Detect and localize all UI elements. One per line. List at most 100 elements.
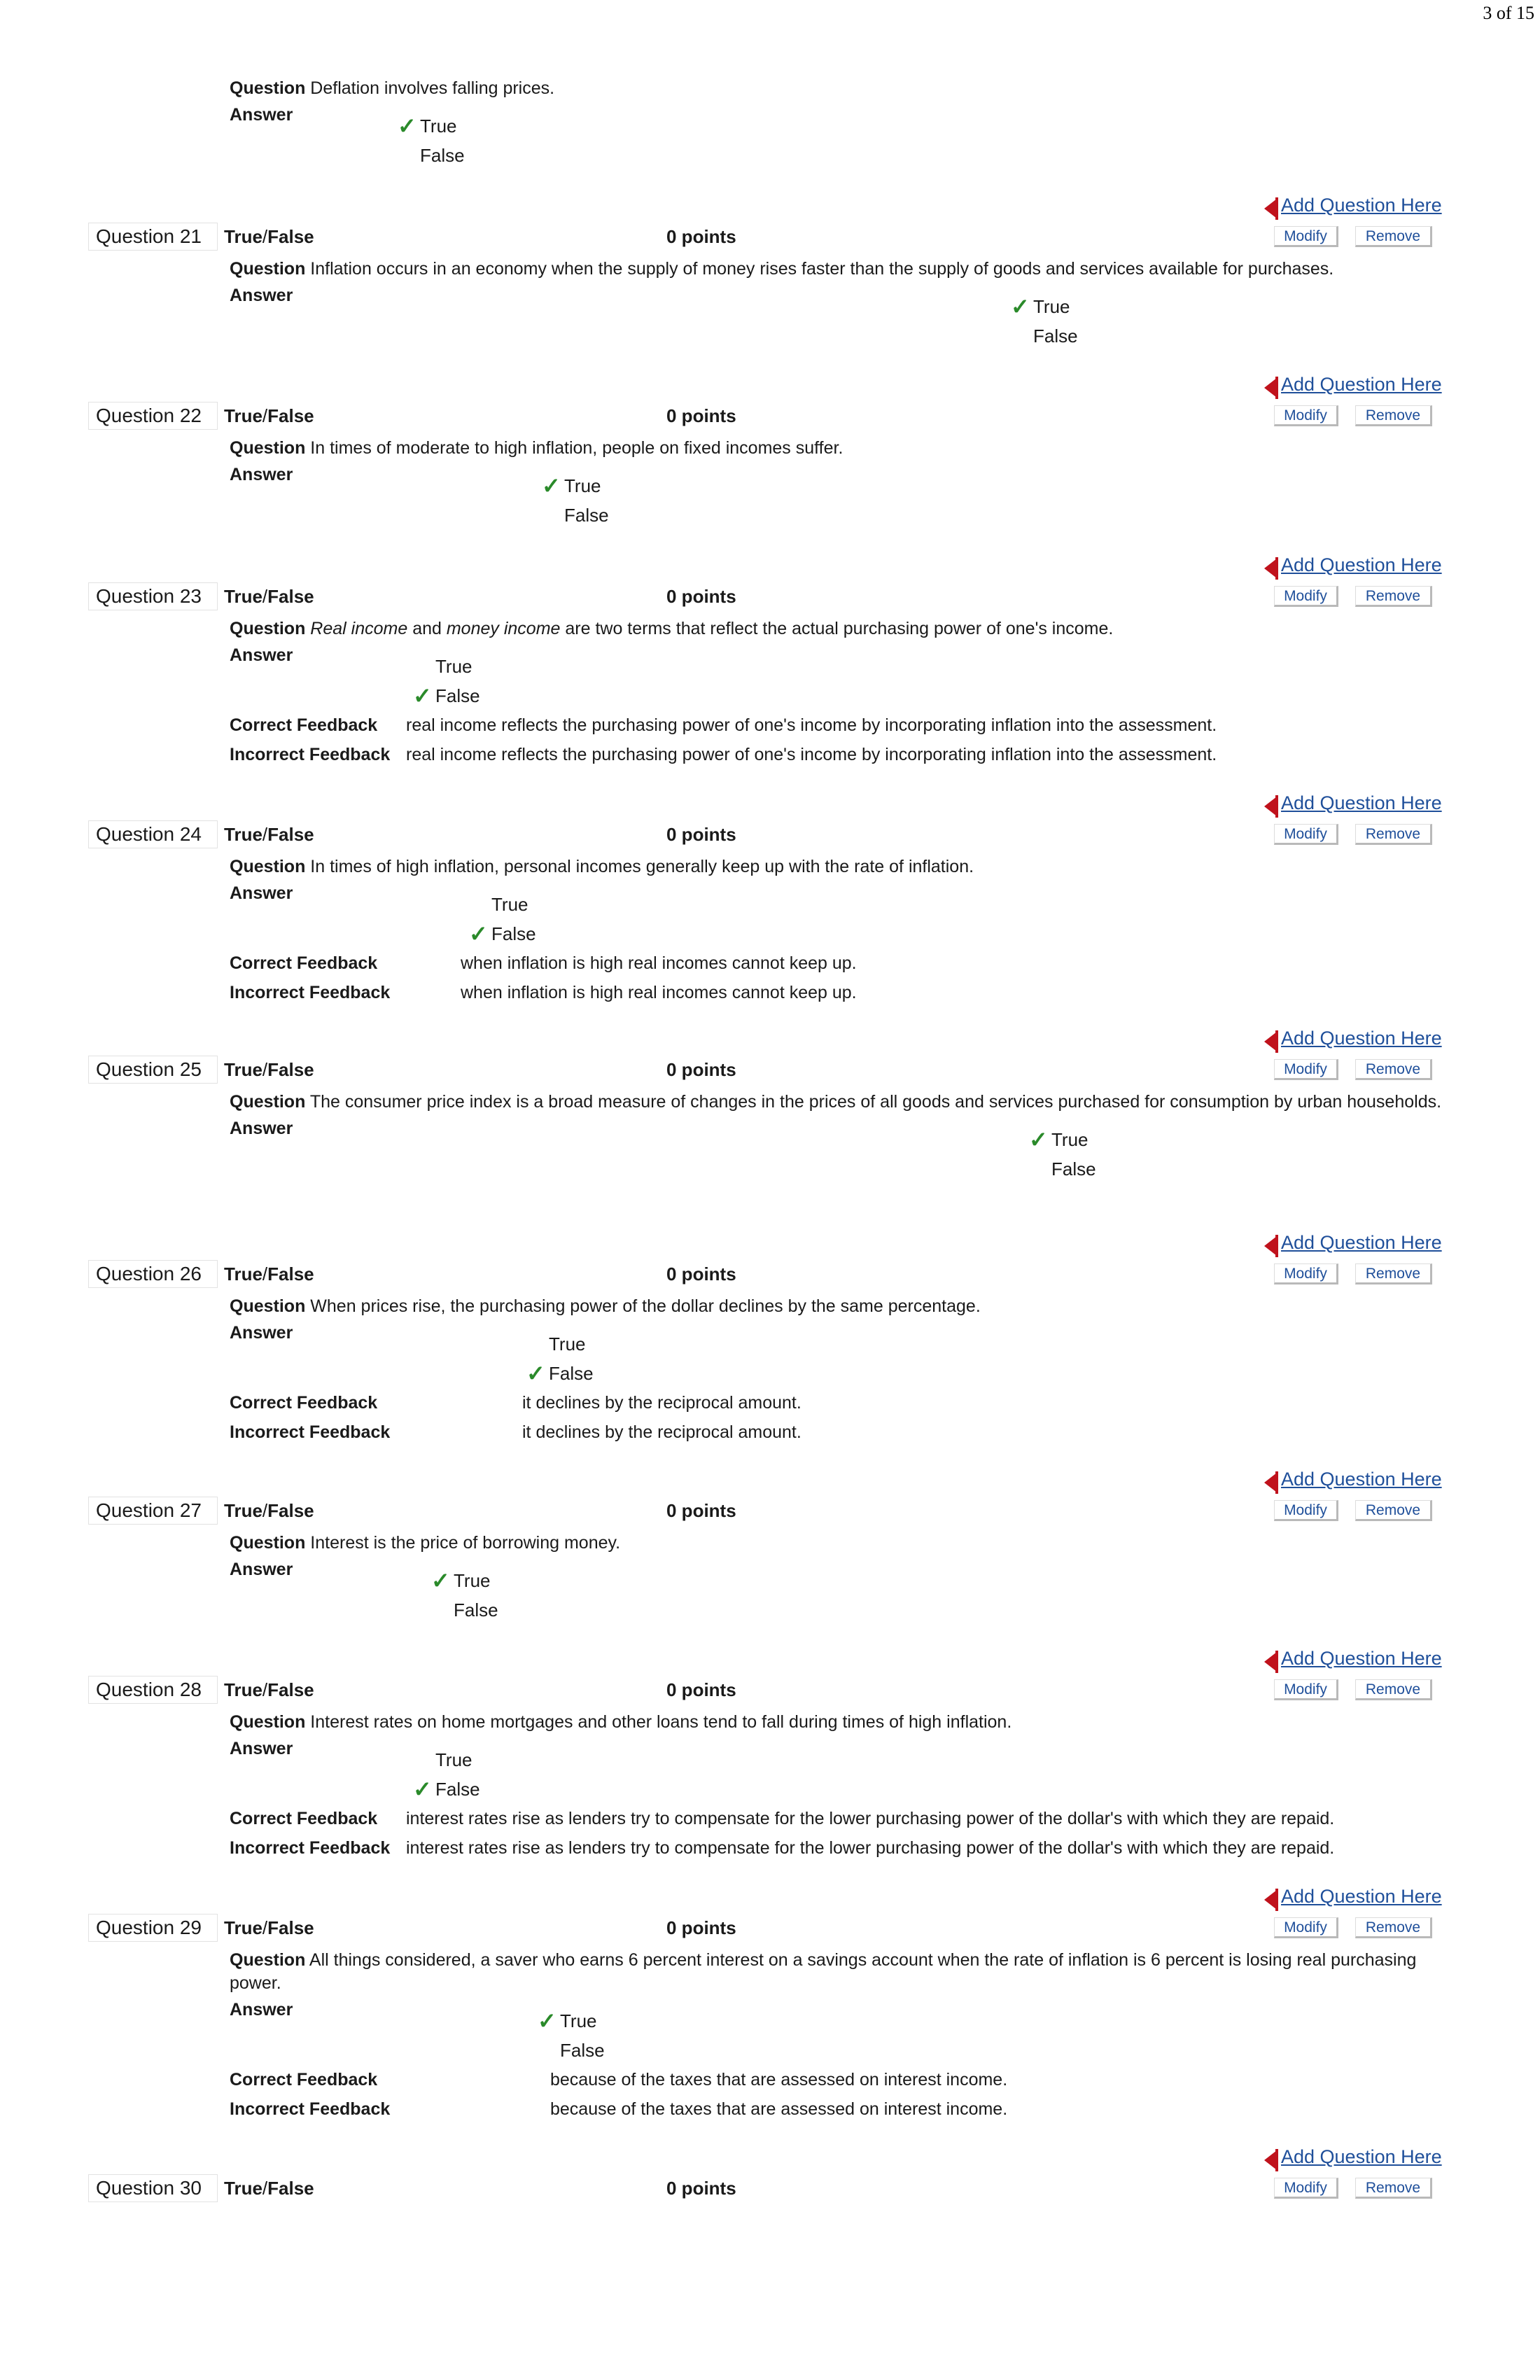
question-body: Inflation occurs in an economy when the … (310, 259, 1334, 279)
answer-label: Answer (230, 2000, 293, 2019)
answer-label: Answer (230, 1560, 293, 1579)
answer-row: Answer ✓ True False (230, 284, 1540, 348)
question-type: True/False (224, 1679, 314, 1700)
question-number: Question 27 (88, 1497, 218, 1525)
question-text: Question In times of moderate to high in… (230, 437, 1448, 460)
correct-checkmark-icon: ✓ (1029, 1127, 1048, 1152)
answer-label: Answer (230, 286, 293, 305)
add-question-link[interactable]: Add Question Here (1281, 792, 1442, 814)
add-question-row: Add Question Here (0, 783, 1540, 820)
modify-button[interactable]: Modify (1274, 586, 1338, 607)
question-type: True/False (224, 226, 314, 247)
correct-checkmark-icon: ✓ (431, 1568, 450, 1593)
answer-row: Answer ✓ True False (230, 1998, 1540, 2062)
question-number: Question 22 (88, 402, 218, 430)
option-true: ✓ True (431, 1566, 498, 1595)
answer-label: Answer (230, 465, 293, 484)
correct-checkmark-icon: ✓ (542, 473, 561, 498)
add-question-row: Add Question Here (0, 364, 1540, 402)
question-text: Question Interest rates on home mortgage… (230, 1711, 1448, 1734)
answer-options: True ✓ False (469, 890, 536, 948)
remove-button[interactable]: Remove (1355, 1059, 1432, 1080)
question-block-26: Add Question Here Question 26 True/False 0 … (0, 1222, 1540, 1447)
question-points: 0 points (666, 405, 736, 426)
modify-button[interactable]: Modify (1274, 1679, 1338, 1700)
remove-button[interactable]: Remove (1355, 2178, 1432, 2199)
question-points: 0 points (666, 2178, 736, 2199)
option-true: ✓ True (398, 111, 465, 141)
option-true: True (435, 1749, 472, 1770)
modify-button[interactable]: Modify (1274, 1917, 1338, 1938)
remove-button[interactable]: Remove (1355, 1500, 1432, 1521)
question-text: Question Real income and money income ar… (230, 619, 1114, 638)
modify-button[interactable]: Modify (1274, 226, 1338, 247)
question-label: Question (230, 1533, 306, 1553)
correct-checkmark-icon: ✓ (398, 113, 416, 139)
answer-row: Answer True ✓ False (230, 643, 1540, 708)
add-question-row: Add Question Here (0, 1876, 1540, 1914)
answer-options: ✓ True False (538, 2006, 605, 2065)
answer-row: Answer ✓ True False (230, 103, 1540, 166)
question-body: In times of moderate to high inflation, … (310, 438, 844, 458)
question-number: Question 25 (88, 1056, 218, 1084)
incorrect-feedback-text: because of the taxes that are assessed o… (550, 2099, 1008, 2119)
modify-button[interactable]: Modify (1274, 1059, 1338, 1080)
correct-feedback-row: Correct Feedback when inflation is high r… (230, 948, 1540, 978)
add-question-row: Add Question Here (0, 1638, 1540, 1676)
question-number: Question 24 (88, 820, 218, 848)
correct-feedback-text: interest rates rise as lenders try to co… (406, 1809, 1335, 1828)
question-label: Question (230, 1950, 306, 1970)
question-number: Question 21 (88, 223, 218, 251)
question-text: Question Inflation occurs in an economy … (230, 258, 1448, 281)
remove-button[interactable]: Remove (1355, 405, 1432, 426)
question-label: Question (230, 1712, 306, 1732)
question-points: 0 points (666, 1917, 736, 1938)
add-question-link[interactable]: Add Question Here (1281, 1648, 1442, 1670)
modify-button[interactable]: Modify (1274, 1500, 1338, 1521)
question-header: Question 29 True/False 0 points Modify Remov… (0, 1914, 1540, 1942)
correct-checkmark-icon: ✓ (538, 2008, 556, 2033)
remove-button[interactable]: Remove (1355, 824, 1432, 845)
remove-button[interactable]: Remove (1355, 1264, 1432, 1284)
question-number: Question 26 (88, 1260, 218, 1288)
answer-row: Answer True ✓ False (230, 1737, 1540, 1802)
remove-button[interactable]: Remove (1355, 586, 1432, 607)
question-number: Question 30 (88, 2174, 218, 2202)
add-question-link[interactable]: Add Question Here (1281, 1028, 1442, 1049)
modify-button[interactable]: Modify (1274, 824, 1338, 845)
question-block-20: Question Deflation involves falling pric… (0, 0, 1540, 166)
question-header: Question 28 True/False 0 points Modify Remov… (0, 1676, 1540, 1704)
add-question-link[interactable]: Add Question Here (1281, 1886, 1442, 1907)
modify-button[interactable]: Modify (1274, 1264, 1338, 1284)
question-body: Interest rates on home mortgages and oth… (310, 1712, 1012, 1732)
question-block-30: Add Question Here Question 30 True/False 0 … (0, 2136, 1540, 2202)
answer-label: Answer (230, 1323, 293, 1343)
add-question-link[interactable]: Add Question Here (1281, 2146, 1442, 2168)
answer-row: Answer True ✓ False (230, 1321, 1540, 1388)
incorrect-feedback-row: Incorrect Feedback real income reflects t… (230, 740, 1540, 769)
correct-feedback-row: Correct Feedback real income reflects the… (230, 710, 1540, 740)
remove-button[interactable]: Remove (1355, 226, 1432, 247)
question-header: Question 23 True/False 0 points Modify Remov… (0, 582, 1540, 610)
remove-button[interactable]: Remove (1355, 1917, 1432, 1938)
add-question-link[interactable]: Add Question Here (1281, 1232, 1442, 1254)
option-false: ✓ False (526, 1359, 594, 1388)
add-question-row: Add Question Here (0, 545, 1540, 582)
incorrect-feedback-row: Incorrect Feedback it declines by the rec… (230, 1418, 1540, 1447)
option-true: ✓ True (1029, 1125, 1096, 1154)
question-text: Question When prices rise, the purchasin… (230, 1295, 1448, 1318)
add-question-link[interactable]: Add Question Here (1281, 554, 1442, 576)
question-label: Question (230, 619, 306, 638)
correct-feedback-text: when inflation is high real incomes cann… (461, 953, 857, 973)
modify-button[interactable]: Modify (1274, 2178, 1338, 2199)
add-question-link[interactable]: Add Question Here (1281, 374, 1442, 396)
question-header: Question 26 True/False 0 points Modify Remov… (0, 1260, 1540, 1288)
add-question-link[interactable]: Add Question Here (1281, 1469, 1442, 1490)
modify-button[interactable]: Modify (1274, 405, 1338, 426)
question-block-29: Add Question Here Question 29 True/False 0 … (0, 1876, 1540, 2124)
answer-label: Answer (230, 645, 293, 665)
answer-label: Answer (230, 1119, 293, 1138)
add-question-link[interactable]: Add Question Here (1281, 195, 1442, 216)
add-question-row: Add Question Here (0, 1018, 1540, 1056)
remove-button[interactable]: Remove (1355, 1679, 1432, 1700)
